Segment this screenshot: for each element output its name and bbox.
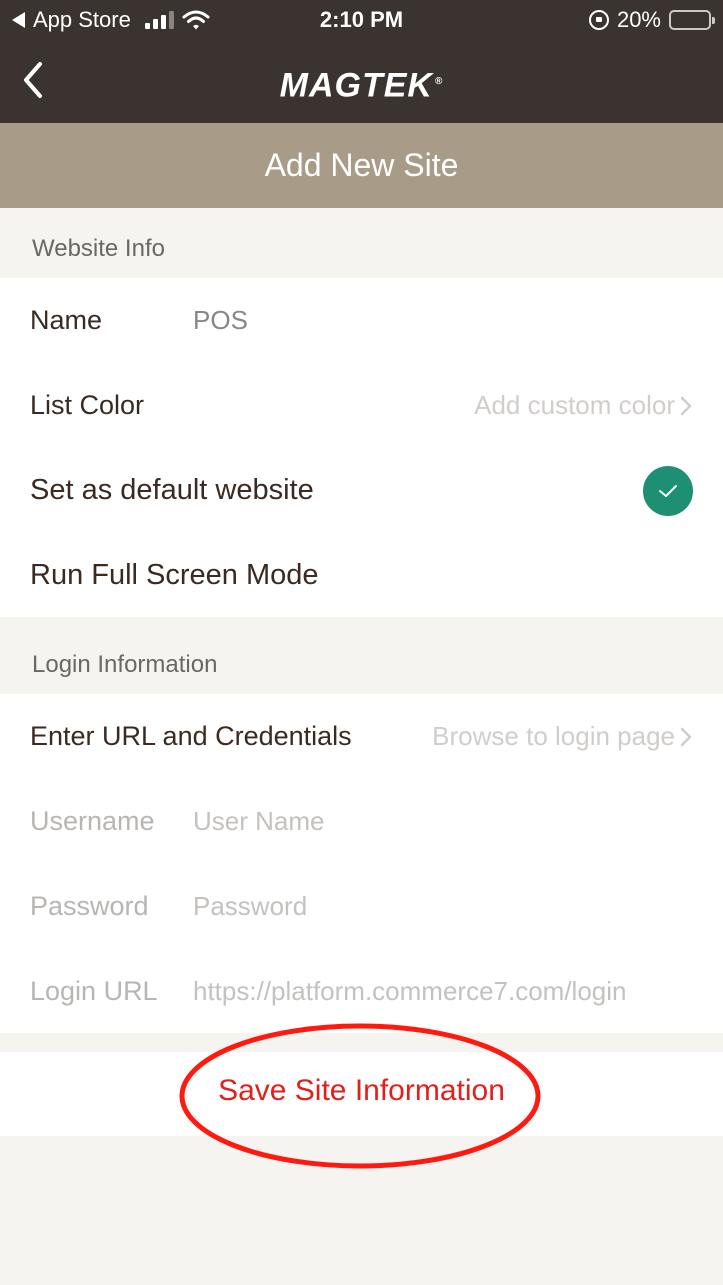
checkmark-icon — [659, 484, 677, 497]
registered-mark: ® — [434, 76, 444, 87]
username-row[interactable]: Username User Name — [0, 779, 723, 864]
default-website-checkbox[interactable] — [643, 465, 693, 516]
page-title: Add New Site — [0, 123, 723, 208]
login-info-group: Enter URL and Credentials Browse to logi… — [0, 694, 723, 1033]
name-input[interactable]: POS — [193, 305, 248, 336]
name-row[interactable]: Name POS — [0, 278, 723, 363]
password-input[interactable]: Password — [193, 891, 307, 922]
status-bar: App Store 2:10 PM 20% — [0, 0, 723, 40]
brand-logo-text: MAGTEK — [279, 66, 433, 105]
battery-percent: 20% — [616, 7, 661, 32]
chevron-right-icon — [680, 396, 692, 415]
list-color-hint[interactable]: Add custom color — [474, 390, 693, 421]
username-label: Username — [30, 806, 155, 836]
chevron-right-icon — [680, 727, 692, 746]
password-label: Password — [30, 891, 149, 921]
fullscreen-row[interactable]: Run Full Screen Mode — [0, 533, 723, 618]
list-color-hint-text: Add custom color — [474, 390, 675, 420]
list-color-row[interactable]: List Color Add custom color — [0, 363, 723, 448]
browse-login-hint-text: Browse to login page — [432, 721, 675, 751]
name-label: Name — [30, 305, 103, 335]
login-url-label: Login URL — [30, 976, 158, 1006]
save-bar: Save Site Information — [0, 1052, 723, 1136]
save-site-button[interactable]: Save Site Information — [218, 1074, 505, 1108]
login-url-input[interactable]: https://platform.commerce7.com/login — [193, 976, 627, 1007]
default-website-row[interactable]: Set as default website — [0, 448, 723, 533]
nav-bar: MAGTEK ® — [0, 40, 723, 123]
password-row[interactable]: Password Password — [0, 864, 723, 949]
url-credentials-label: Enter URL and Credentials — [30, 721, 352, 751]
status-right: 20% — [588, 6, 715, 34]
battery-icon — [669, 10, 715, 30]
brand-logo: MAGTEK ® — [0, 60, 723, 104]
list-color-label: List Color — [30, 390, 145, 420]
orientation-lock-icon — [588, 10, 609, 30]
browse-login-hint[interactable]: Browse to login page — [432, 721, 693, 752]
fullscreen-label: Run Full Screen Mode — [30, 559, 319, 591]
website-info-group: Name POS List Color Add custom color Set… — [0, 278, 723, 617]
default-website-label: Set as default website — [30, 474, 314, 506]
section-header-website-info: Website Info — [0, 208, 723, 278]
username-input[interactable]: User Name — [193, 806, 324, 837]
section-header-login-info: Login Information — [0, 624, 723, 694]
url-credentials-row[interactable]: Enter URL and Credentials Browse to logi… — [0, 694, 723, 779]
login-url-row[interactable]: Login URL https://platform.commerce7.com… — [0, 949, 723, 1034]
